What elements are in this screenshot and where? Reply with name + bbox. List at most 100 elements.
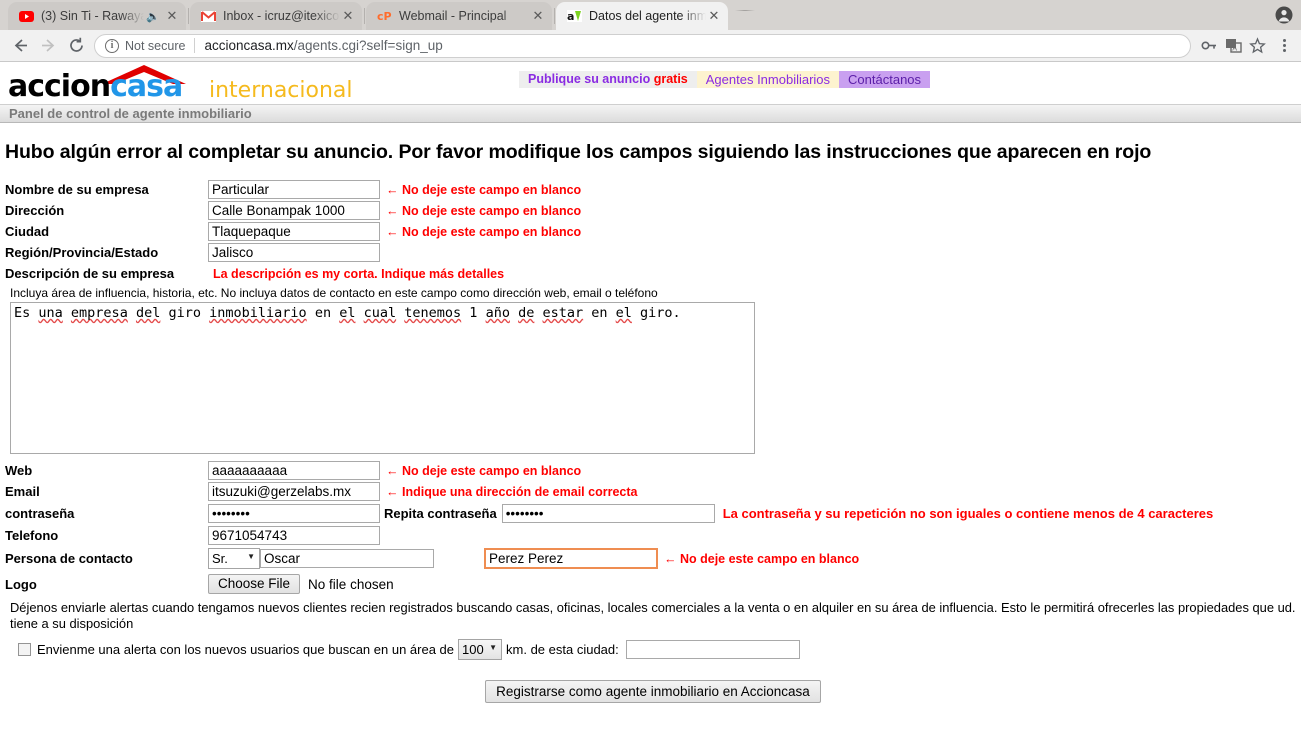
error-web: ← No deje este campo en blanco xyxy=(386,463,582,478)
nav-agentes-inmobiliarios[interactable]: Agentes Inmobiliarios xyxy=(696,71,840,88)
select-contact-title[interactable]: Sr. xyxy=(208,548,260,569)
top-nav: Publique su anuncio gratis Agentes Inmob… xyxy=(519,71,931,88)
page-content: accioncasa internacional Publique su anu… xyxy=(0,62,1301,742)
error-company-name: ← No deje este campo en blanco xyxy=(386,182,582,197)
svg-text:a: a xyxy=(567,10,574,22)
choose-file-button[interactable]: Choose File xyxy=(208,574,301,594)
page-error-heading: Hubo algún error al completar su anuncio… xyxy=(5,141,1152,163)
key-icon[interactable] xyxy=(1197,34,1221,58)
alerts-text-after: km. de esta ciudad: xyxy=(506,641,619,657)
label-password-repeat: Repita contraseña xyxy=(384,506,497,521)
label-contact-person: Persona de contacto xyxy=(5,551,133,566)
new-tab-button[interactable] xyxy=(733,6,759,28)
select-alert-radius[interactable]: 100 xyxy=(458,638,503,660)
field-row-logo: Logo Choose File No file chosen xyxy=(5,571,1301,597)
file-upload-control[interactable]: Choose File No file chosen xyxy=(208,574,394,594)
tab-title: Inbox - icruz@itexico xyxy=(223,9,340,23)
tab-separator xyxy=(364,8,365,24)
security-status: Not secure xyxy=(125,38,186,53)
browser-tab-active[interactable]: a Datos del agente inmobiliario ✕ xyxy=(556,2,728,30)
tab-close-icon[interactable]: ✕ xyxy=(530,8,546,24)
tab-separator xyxy=(188,8,189,24)
field-row-region: Región/Provincia/Estado xyxy=(5,242,1301,263)
input-contact-last-name[interactable] xyxy=(484,548,658,569)
input-password-repeat[interactable] xyxy=(501,504,715,523)
field-row-contact-person: Persona de contacto Sr. ← No deje este c… xyxy=(5,546,1301,571)
input-phone[interactable] xyxy=(208,526,380,545)
tab-title: (3) Sin Ti - Rawayana xyxy=(41,9,145,23)
profile-avatar[interactable] xyxy=(1273,4,1295,26)
bookmark-star-icon[interactable] xyxy=(1245,34,1269,58)
forward-button[interactable] xyxy=(34,32,62,60)
three-dots-icon[interactable] xyxy=(1273,34,1295,58)
svg-text:A: A xyxy=(1232,45,1237,53)
youtube-icon xyxy=(18,8,34,24)
field-row-email: Email ← Indique una dirección de email c… xyxy=(5,481,1301,502)
error-contact-last-name: ← No deje este campo en blanco xyxy=(664,551,860,566)
nav-publish-label: Publique su anuncio xyxy=(528,72,654,86)
alerts-option-row: Envienme una alerta con los nuevos usuar… xyxy=(10,638,1301,660)
panel-title-bar: Panel de control de agente inmobiliario xyxy=(0,104,1301,123)
tab-close-icon[interactable]: ✕ xyxy=(340,8,356,24)
submit-row: Registrarse como agente inmobiliario en … xyxy=(5,680,1301,703)
label-logo: Logo xyxy=(5,576,37,592)
alerts-text-before: Envienme una alerta con los nuevos usuar… xyxy=(37,641,455,657)
error-city: ← No deje este campo en blanco xyxy=(386,224,582,239)
input-address[interactable] xyxy=(208,201,380,220)
translate-icon[interactable]: A xyxy=(1221,34,1245,58)
tab-separator xyxy=(554,8,555,24)
input-password[interactable] xyxy=(208,504,380,523)
site-logo[interactable]: accioncasa xyxy=(4,64,186,104)
tab-title: Webmail - Principal xyxy=(399,9,507,23)
field-row-password: contraseña Repita contraseña La contrase… xyxy=(5,502,1301,525)
info-circle-icon[interactable]: i xyxy=(105,38,119,53)
error-address: ← No deje este campo en blanco xyxy=(386,203,582,218)
logo-accion: accion xyxy=(8,69,111,104)
checkbox-receive-alerts[interactable] xyxy=(18,642,31,656)
input-alert-city[interactable] xyxy=(625,639,800,659)
label-company-name: Nombre de su empresa xyxy=(5,182,149,197)
nav-publish-free: gratis xyxy=(653,72,688,86)
field-row-description-label: Descripción de su empresa La descripción… xyxy=(5,263,1301,284)
browser-tab[interactable]: cP Webmail - Principal ✕ xyxy=(366,2,552,30)
tab-close-icon[interactable]: ✕ xyxy=(706,8,722,24)
gmail-icon xyxy=(200,8,216,24)
label-password: contraseña xyxy=(5,506,75,521)
tab-title: Datos del agente inmobiliario xyxy=(589,9,706,23)
label-city: Ciudad xyxy=(5,224,50,239)
nav-publish-ad[interactable]: Publique su anuncio gratis xyxy=(519,71,697,88)
select-wrap-radius: 100 xyxy=(458,638,503,660)
tab-audio-icon[interactable]: 🔈 xyxy=(146,10,160,23)
submit-button[interactable]: Registrarse como agente inmobiliario en … xyxy=(485,680,821,703)
input-region[interactable] xyxy=(208,243,380,262)
label-email: Email xyxy=(5,484,40,499)
avast-icon: a xyxy=(566,8,582,24)
input-web[interactable] xyxy=(208,461,380,480)
error-description: La descripción es my corta. Indique más … xyxy=(213,266,505,281)
browser-tab[interactable]: Inbox - icruz@itexico ✕ xyxy=(190,2,362,30)
address-bar[interactable]: i Not secure accioncasa.mx/agents.cgi?se… xyxy=(94,33,1191,58)
input-company-name[interactable] xyxy=(208,180,380,199)
url-host: accioncasa.mx xyxy=(204,38,294,53)
tab-strip: (3) Sin Ti - Rawayana 🔈 ✕ Inbox - icruz@… xyxy=(0,0,1301,30)
field-row-phone: Telefono xyxy=(5,525,1301,546)
back-button[interactable] xyxy=(6,32,34,60)
hint-description: Incluya área de influencia, historia, et… xyxy=(10,286,658,300)
input-email[interactable] xyxy=(208,482,380,501)
reload-button[interactable] xyxy=(62,32,90,60)
tab-close-icon[interactable]: ✕ xyxy=(164,8,180,24)
error-password: La contraseña y su repetición no son igu… xyxy=(722,506,1214,521)
error-email: ← Indique una dirección de email correct… xyxy=(386,484,638,499)
textarea-description[interactable]: Es una empresa del giro inmobiliario en … xyxy=(10,302,755,454)
field-row-web: Web ← No deje este campo en blanco xyxy=(5,460,1301,481)
nav-contactanos[interactable]: Contáctanos xyxy=(839,71,931,88)
input-city[interactable] xyxy=(208,222,380,241)
url-path: /agents.cgi?self=sign_up xyxy=(293,38,443,53)
label-phone: Telefono xyxy=(5,528,59,543)
label-address: Dirección xyxy=(5,203,65,218)
logo-casa: casa xyxy=(110,69,183,104)
label-region: Región/Provincia/Estado xyxy=(5,245,159,260)
input-contact-first-name[interactable] xyxy=(260,549,434,568)
browser-chrome: (3) Sin Ti - Rawayana 🔈 ✕ Inbox - icruz@… xyxy=(0,0,1301,62)
browser-tab[interactable]: (3) Sin Ti - Rawayana 🔈 ✕ xyxy=(8,2,186,30)
